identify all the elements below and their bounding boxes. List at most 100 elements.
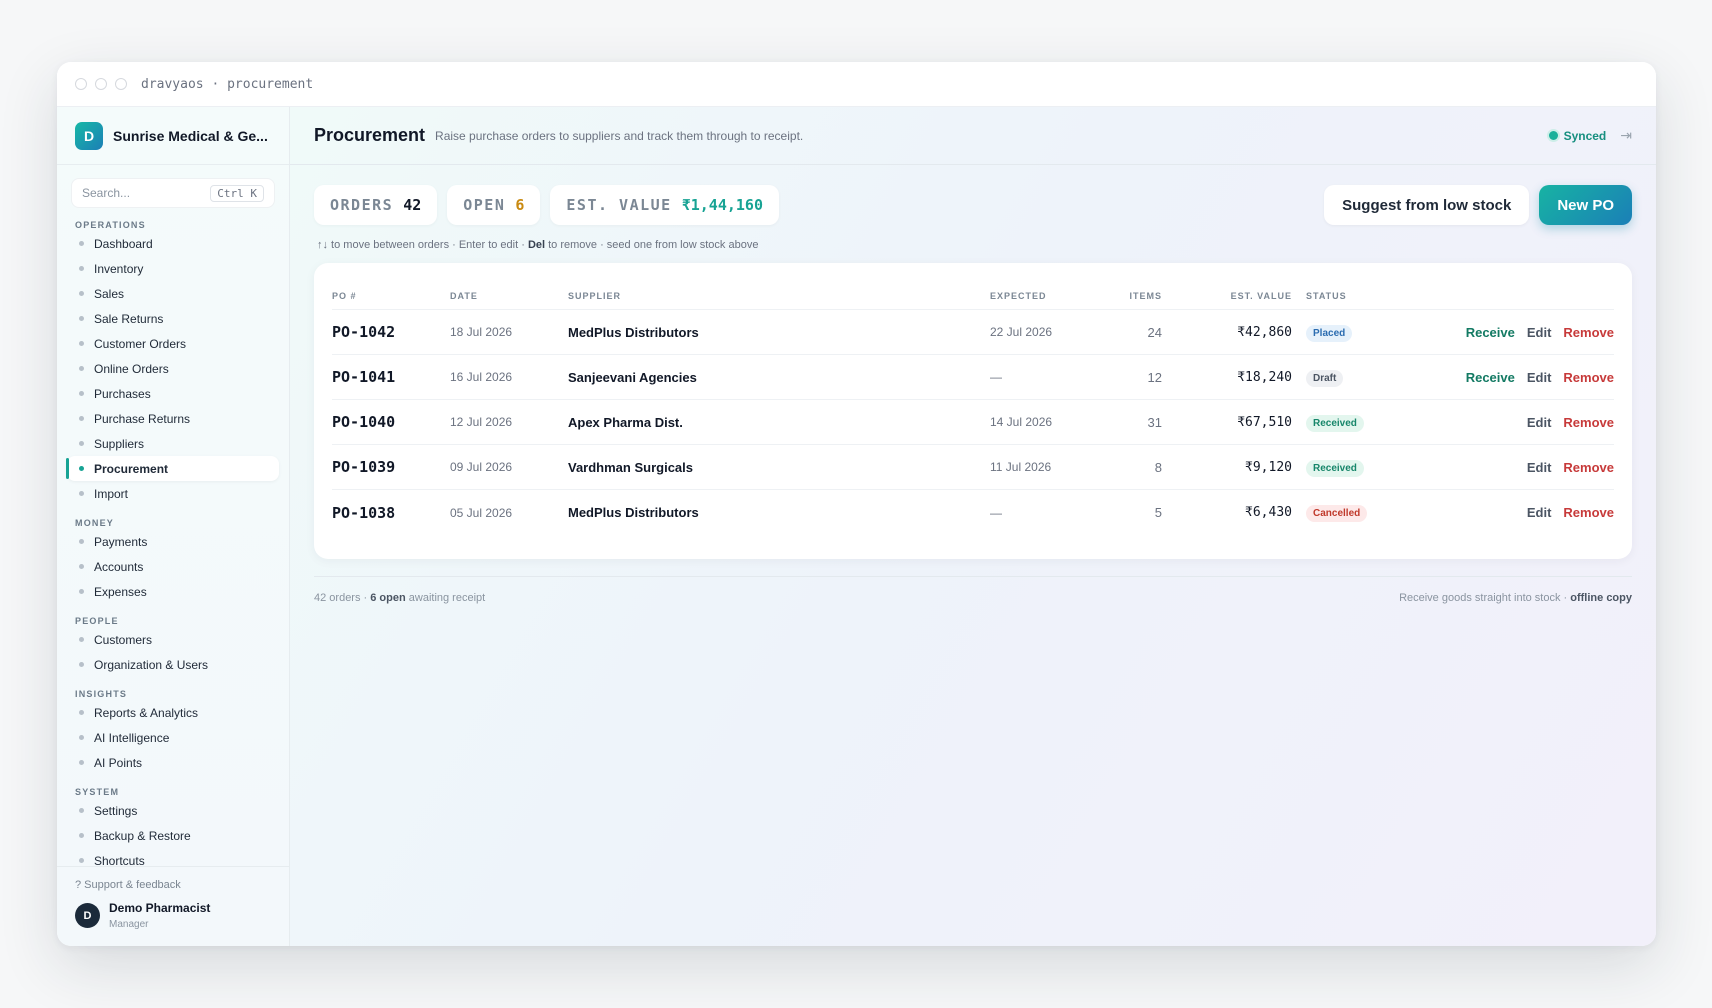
table-row[interactable]: PO-1040 12 Jul 2026 Apex Pharma Dist. 14 Ju…	[332, 400, 1614, 445]
search-input[interactable]: Search... Ctrl K	[71, 178, 275, 208]
table-row[interactable]: PO-1038 05 Jul 2026 MedPlus Distributors — 5…	[332, 490, 1614, 535]
nav-bullet-icon	[79, 491, 84, 496]
sidebar-item-ai-intelligence[interactable]: AI Intelligence	[57, 725, 289, 750]
remove-button[interactable]: Remove	[1563, 370, 1614, 385]
nav-bullet-icon	[79, 710, 84, 715]
po-number: PO-1042	[332, 323, 396, 341]
edit-button[interactable]: Edit	[1527, 325, 1552, 340]
row-actions: Receive Edit Remove	[1382, 370, 1614, 385]
collapse-panel-icon[interactable]: ⇥	[1620, 127, 1632, 144]
remove-button[interactable]: Remove	[1563, 325, 1614, 340]
col-est-value[interactable]: EST. VALUE	[1162, 291, 1292, 301]
search-placeholder: Search...	[82, 186, 131, 200]
nav-bullet-icon	[79, 637, 84, 642]
supplier-name: MedPlus Distributors	[568, 505, 699, 520]
sidebar-item-accounts[interactable]: Accounts	[57, 554, 289, 579]
new-po-button[interactable]: New PO	[1539, 185, 1632, 225]
maximize-window-button[interactable]	[115, 78, 127, 90]
sidebar-item-backup-restore[interactable]: Backup & Restore	[57, 823, 289, 848]
nav-bullet-icon	[79, 391, 84, 396]
sidebar-item-sales[interactable]: Sales	[57, 281, 289, 306]
sidebar-item-settings[interactable]: Settings	[57, 798, 289, 823]
sidebar-item-organization-users[interactable]: Organization & Users	[57, 652, 289, 677]
footer-count: 42 orders ·	[314, 592, 371, 604]
table-row[interactable]: PO-1042 18 Jul 2026 MedPlus Distributors 22…	[332, 310, 1614, 355]
sidebar-item-label: Purchases	[94, 386, 151, 401]
sidebar-item-inventory[interactable]: Inventory	[57, 256, 289, 281]
sidebar-item-customer-orders[interactable]: Customer Orders	[57, 331, 289, 356]
remove-button[interactable]: Remove	[1563, 460, 1614, 475]
sidebar-item-reports-analytics[interactable]: Reports & Analytics	[57, 700, 289, 725]
receive-button[interactable]: Receive	[1466, 370, 1515, 385]
supplier-name: MedPlus Distributors	[568, 324, 699, 340]
po-date: 12 Jul 2026	[450, 415, 513, 429]
col-expected[interactable]: EXPECTED	[990, 291, 1102, 301]
expected-date: 11 Jul 2026	[990, 460, 1052, 474]
nav-bullet-icon	[79, 466, 84, 471]
item-count: 5	[1154, 505, 1162, 520]
sidebar-item-sale-returns[interactable]: Sale Returns	[57, 306, 289, 331]
sidebar-item-ai-points[interactable]: AI Points	[57, 750, 289, 775]
sidebar-item-purchase-returns[interactable]: Purchase Returns	[57, 406, 289, 431]
sidebar-item-label: Import	[94, 486, 129, 501]
user-name: Demo Pharmacist	[109, 901, 211, 915]
org-switcher[interactable]: D Sunrise Medical & Ge...	[57, 107, 289, 165]
sidebar-item-online-orders[interactable]: Online Orders	[57, 356, 289, 381]
sidebar-item-import[interactable]: Import	[57, 481, 289, 506]
nav-bullet-icon	[79, 341, 84, 346]
col-date[interactable]: DATE	[450, 291, 568, 301]
po-table: PO # DATE SUPPLIER EXPECTED ITEMS EST. V…	[314, 263, 1632, 559]
keyboard-hint: ↑↓ to move between orders · Enter to edi…	[317, 239, 758, 251]
minimize-window-button[interactable]	[95, 78, 107, 90]
sidebar-item-label: Customer Orders	[94, 336, 187, 351]
sidebar-item-suppliers[interactable]: Suppliers	[57, 431, 289, 456]
po-number: PO-1040	[332, 413, 396, 431]
user-profile[interactable]: D Demo Pharmacist Manager	[75, 901, 271, 930]
col-supplier[interactable]: SUPPLIER	[568, 291, 990, 301]
remove-button[interactable]: Remove	[1563, 505, 1614, 520]
sidebar-item-label: Expenses	[94, 584, 147, 599]
remove-button[interactable]: Remove	[1563, 415, 1614, 430]
stat-open-label: OPEN	[463, 196, 506, 214]
edit-button[interactable]: Edit	[1527, 460, 1552, 475]
po-number: PO-1038	[332, 503, 396, 522]
sidebar-item-procurement[interactable]: Procurement	[66, 456, 279, 481]
status-cell: Cancelled	[1292, 503, 1382, 522]
table-row[interactable]: PO-1041 16 Jul 2026 Sanjeevani Agencies — 12…	[332, 355, 1614, 400]
col-status[interactable]: STATUS	[1292, 291, 1382, 301]
col-items[interactable]: ITEMS	[1102, 291, 1162, 301]
sidebar-item-expenses[interactable]: Expenses	[57, 579, 289, 604]
est-value: ₹67,510	[1237, 414, 1292, 430]
sidebar-item-payments[interactable]: Payments	[57, 529, 289, 554]
sidebar-item-label: Reports & Analytics	[94, 705, 199, 720]
stat-open-value: 6	[515, 196, 525, 214]
table-row[interactable]: PO-1039 09 Jul 2026 Vardhman Surgicals 11 J…	[332, 445, 1614, 490]
footer-tail: awaiting receipt	[405, 592, 486, 604]
hint-del-key: Del	[527, 239, 546, 251]
sidebar-item-customers[interactable]: Customers	[57, 627, 289, 652]
receive-button[interactable]: Receive	[1466, 325, 1515, 340]
sidebar-item-dashboard[interactable]: Dashboard	[57, 231, 289, 256]
status-cell: Received	[1292, 458, 1382, 477]
close-window-button[interactable]	[75, 78, 87, 90]
suggest-low-stock-button[interactable]: Suggest from low stock	[1324, 185, 1530, 225]
edit-button[interactable]: Edit	[1527, 505, 1552, 520]
main-content: Procurement Raise purchase orders to sup…	[290, 107, 1656, 946]
row-actions: Receive Edit Remove	[1382, 325, 1614, 340]
col-po[interactable]: PO #	[332, 291, 450, 301]
edit-button[interactable]: Edit	[1527, 415, 1552, 430]
user-role: Manager	[109, 919, 149, 930]
row-actions: Edit Remove	[1382, 415, 1614, 430]
nav-bullet-icon	[79, 662, 84, 667]
status-cell: Draft	[1292, 368, 1382, 387]
row-actions: Edit Remove	[1382, 460, 1614, 475]
footer-open: 6 open	[370, 592, 406, 604]
title-bar: dravyaos · procurement	[57, 62, 1656, 107]
est-value: ₹9,120	[1245, 459, 1292, 475]
nav-bullet-icon	[79, 858, 84, 863]
item-count: 24	[1147, 324, 1162, 340]
sidebar-item-purchases[interactable]: Purchases	[57, 381, 289, 406]
edit-button[interactable]: Edit	[1527, 370, 1552, 385]
po-date: 05 Jul 2026	[450, 505, 513, 520]
support-link[interactable]: ? Support & feedback	[75, 879, 271, 891]
